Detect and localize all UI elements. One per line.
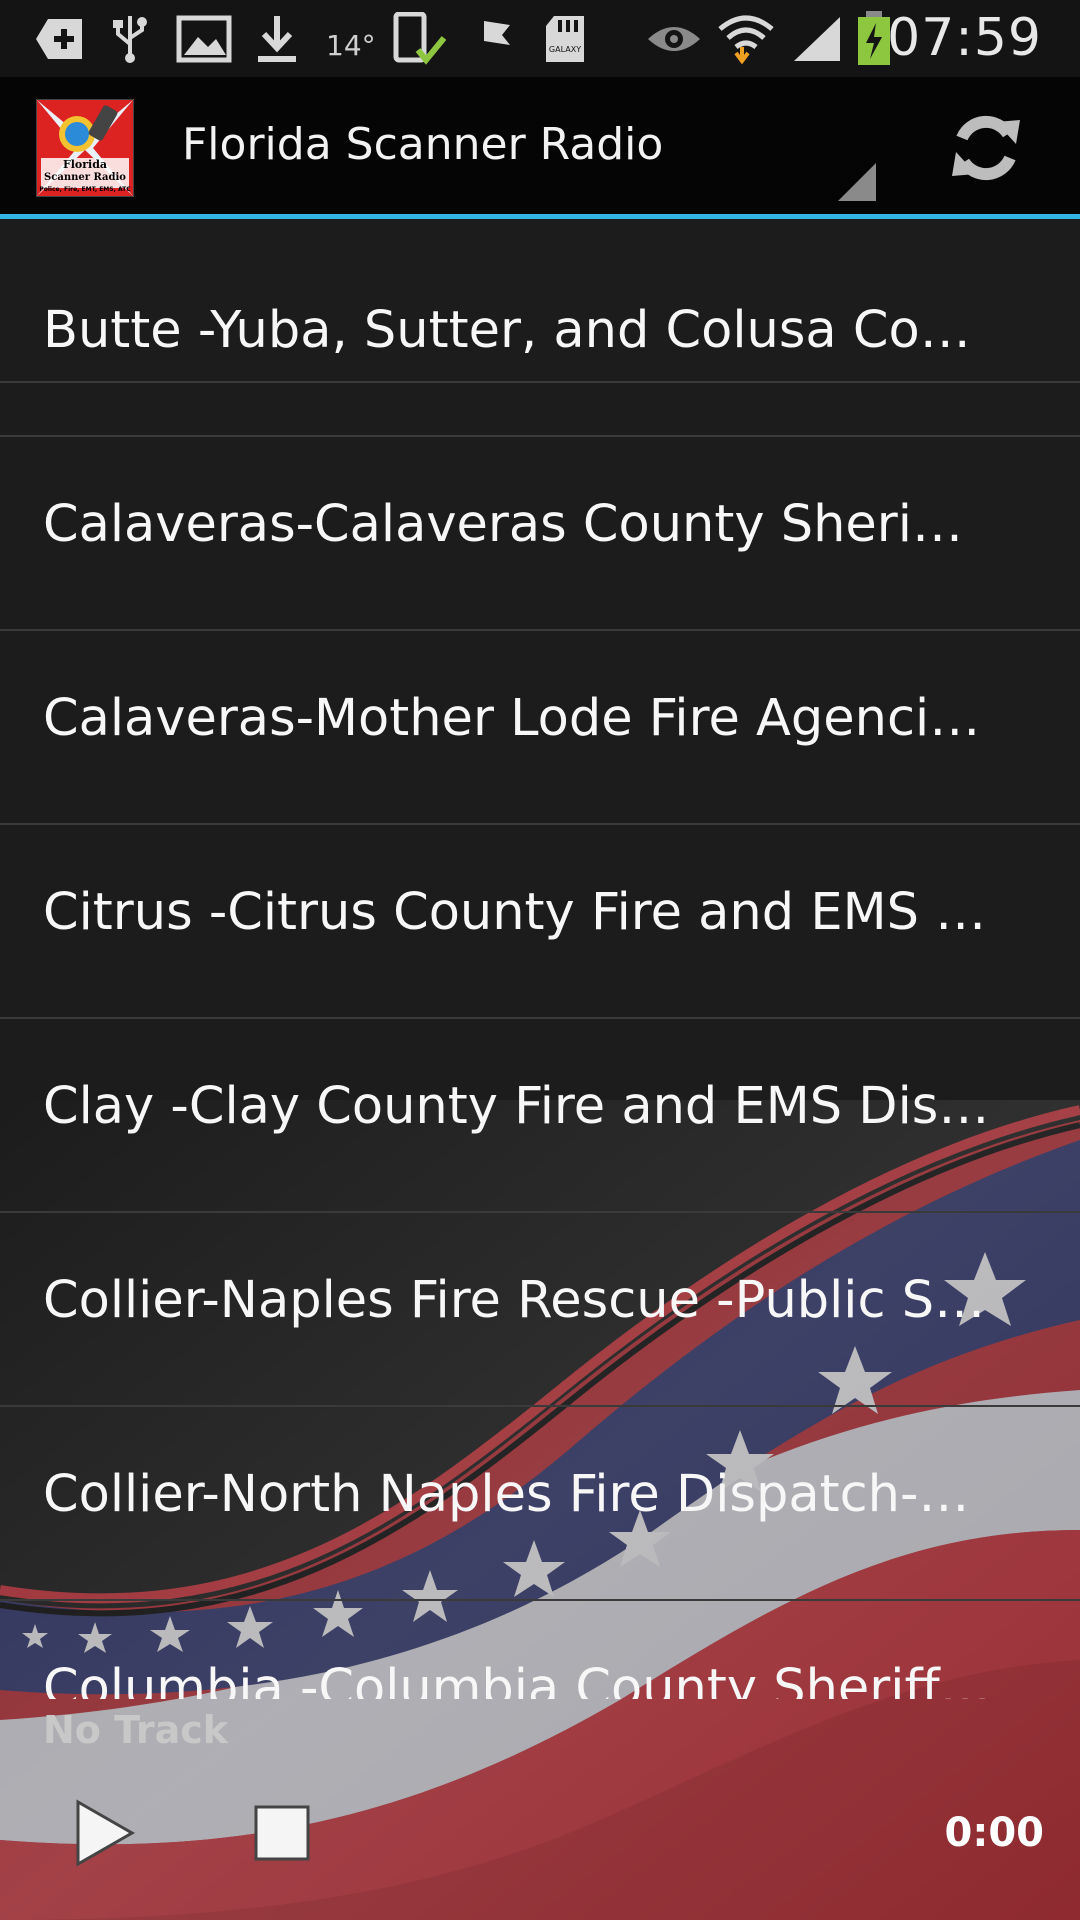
elapsed-time: 0:00 [944, 1810, 1045, 1856]
action-bar: Florida Scanner Radio Police, Fire, EMT,… [0, 77, 1080, 219]
phone-check-icon [392, 12, 448, 65]
app-title[interactable]: Florida Scanner Radio [182, 119, 663, 170]
list-item-label: Clay -Clay County Fire and EMS Dispatch [43, 1077, 998, 1136]
refresh-icon [952, 115, 1020, 181]
add-icon [34, 14, 86, 64]
list-item-label: Collier-North Naples Fire Dispatch-Publi… [43, 1465, 998, 1524]
stop-icon [254, 1805, 310, 1861]
svg-text:Florida: Florida [63, 158, 107, 171]
list-item-label: Calaveras-Mother Lode Fire Agencies -Pub… [43, 689, 998, 748]
list-item-label: Columbia -Columbia County Sheriff, Fire [43, 1659, 998, 1699]
wifi-icon [716, 14, 776, 65]
list-item-label: Calaveras-Calaveras County Sheriff, Coun… [43, 495, 998, 554]
refresh-button[interactable] [934, 103, 1038, 193]
list-item[interactable]: Calaveras-Calaveras County Sheriff, Coun… [0, 437, 1080, 631]
list-item[interactable]: Collier-North Naples Fire Dispatch-Publi… [0, 1407, 1080, 1601]
sd-card-label: GALAXY [549, 45, 581, 54]
list-item-label: Collier-Naples Fire Rescue -Public Safet… [43, 1271, 998, 1330]
track-title: No Track [43, 1708, 229, 1752]
station-list[interactable]: Butte -Yuba, Sutter, and Colusa Counties… [0, 219, 1080, 1699]
sd-card-icon: GALAXY [544, 14, 586, 64]
list-item-label: Citrus -Citrus County Fire and EMS -Publ… [43, 883, 998, 942]
spinner-indicator-icon[interactable] [838, 163, 876, 201]
play-icon [76, 1799, 136, 1867]
svg-text:Police, Fire, EMT, EMS, ATC: Police, Fire, EMT, EMS, ATC [39, 186, 131, 193]
list-item[interactable]: Citrus -Citrus County Fire and EMS -Publ… [0, 825, 1080, 1019]
app-logo[interactable]: Florida Scanner Radio Police, Fire, EMT,… [36, 99, 134, 197]
clock: 07:59 [887, 8, 1042, 68]
list-item[interactable]: Butte -Yuba, Sutter, and Colusa Counties [0, 243, 1080, 437]
list-item[interactable]: Clay -Clay County Fire and EMS Dispatch [0, 1019, 1080, 1213]
list-item-label: Butte -Yuba, Sutter, and Colusa Counties [43, 301, 998, 360]
image-icon [176, 14, 232, 64]
eye-icon [646, 14, 702, 64]
flag-icon [476, 14, 516, 64]
download-icon [256, 14, 298, 64]
list-item[interactable]: Collier-Naples Fire Rescue -Public Safet… [0, 1213, 1080, 1407]
status-bar: 14° GALAXY 07:59 [0, 0, 1080, 77]
list-item[interactable]: Columbia -Columbia County Sheriff, Fire [0, 1601, 1080, 1699]
usb-icon [110, 14, 150, 64]
svg-text:Scanner Radio: Scanner Radio [44, 172, 126, 183]
temperature-icon: 14° [326, 28, 376, 62]
signal-icon [792, 14, 844, 64]
play-button[interactable] [70, 1798, 140, 1868]
list-item[interactable]: Calaveras-Mother Lode Fire Agencies -Pub… [0, 631, 1080, 825]
stop-button[interactable] [252, 1803, 312, 1863]
player-bar: No Track 0:00 [0, 1698, 1080, 1920]
